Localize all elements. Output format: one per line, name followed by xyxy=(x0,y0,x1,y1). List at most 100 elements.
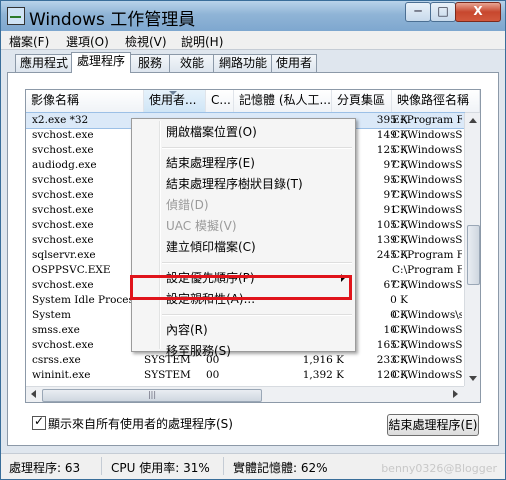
scroll-up-arrow-icon[interactable] xyxy=(469,118,477,123)
cell-name: System xyxy=(32,309,71,321)
scroll-down-arrow-icon[interactable] xyxy=(469,376,477,381)
tab-applications[interactable]: 應用程式 xyxy=(15,54,73,72)
cell-name: System Idle Process xyxy=(32,294,140,306)
cell-path: C:\WindowsS xyxy=(392,129,462,141)
cell-name: svchost.exe xyxy=(32,189,94,201)
window-title: Windows 工作管理員 xyxy=(29,10,196,30)
column-cpu[interactable]: C... xyxy=(206,90,234,112)
tab-services[interactable]: 服務 xyxy=(129,54,171,72)
context-menu-item[interactable]: 建立傾印檔案(C) xyxy=(134,237,353,257)
cell-cpu: 00 xyxy=(206,369,220,381)
task-manager-icon xyxy=(7,7,25,25)
tab-networking[interactable]: 網路功能 xyxy=(213,54,273,72)
column-user-name[interactable]: 使用者... xyxy=(144,90,206,112)
cell-name: OSPPSVC.EXE xyxy=(32,264,111,276)
context-menu-item[interactable]: 移至服務(S) xyxy=(134,341,353,361)
highlight-annotation-box xyxy=(130,275,352,300)
cell-path: C:\WindowsS xyxy=(392,339,462,351)
menu-options[interactable]: 選項(O) xyxy=(66,33,109,50)
context-menu-item[interactable]: 結束處理程序(E) xyxy=(134,153,353,173)
minimize-button[interactable]: ─ xyxy=(405,2,431,22)
menu-separator xyxy=(162,147,352,149)
cell-name: svchost.exe xyxy=(32,339,94,351)
table-row[interactable]: wininit.exe SYSTEM 00 1,392 K 120 K C:\Window… xyxy=(26,368,464,383)
status-physical-memory: 實體記憶體: 62% xyxy=(233,461,328,475)
scroll-left-arrow-icon[interactable] xyxy=(31,390,36,398)
close-button[interactable]: X xyxy=(455,2,501,22)
status-bar: 處理程序: 63 CPU 使用率: 31% 實體記憶體: 62% benny03… xyxy=(1,453,505,479)
menu-bar: 檔案(F) 選項(O) 檢視(V) 說明(H) xyxy=(1,31,505,50)
context-menu-item-label: 移至服務(S) xyxy=(166,344,231,358)
cell-name: svchost.exe xyxy=(32,219,94,231)
title-bar[interactable]: Windows 工作管理員 ─ □ X xyxy=(1,1,505,31)
context-menu-item: UAC 模擬(V) xyxy=(134,216,353,236)
show-all-users-checkbox[interactable] xyxy=(32,414,46,430)
cell-path: C:\WindowsS xyxy=(392,354,462,366)
cell-name: svchost.exe xyxy=(32,144,94,156)
cell-path: C:\WindowsS xyxy=(392,279,462,291)
context-menu-item-label: 內容(R) xyxy=(166,323,208,337)
context-menu-item-label: 建立傾印檔案(C) xyxy=(166,240,256,254)
cell-path: C:\Program Fil xyxy=(392,264,462,276)
cell-name: wininit.exe xyxy=(32,369,91,381)
tab-strip: 應用程式 處理程序 服務 效能 網路功能 使用者 xyxy=(1,50,505,73)
menu-file[interactable]: 檔案(F) xyxy=(9,33,49,50)
status-cpu-usage: CPU 使用率: 31% xyxy=(111,461,210,475)
column-paged-pool[interactable]: 分頁集區 xyxy=(332,90,392,112)
maximize-button[interactable]: □ xyxy=(430,2,456,22)
cell-name: svchost.exe xyxy=(32,129,94,141)
context-menu-item-label: UAC 模擬(V) xyxy=(166,219,237,233)
context-menu-item-label: 偵錯(D) xyxy=(166,198,209,212)
context-menu-item[interactable]: 結束處理程序樹狀目錄(T) xyxy=(134,174,353,194)
status-process-count: 處理程序: 63 xyxy=(9,461,81,475)
context-menu-item-label: 結束處理程序樹狀目錄(T) xyxy=(166,177,303,191)
cell-path: C:\Windows\sy xyxy=(392,309,462,321)
vertical-scrollbar[interactable] xyxy=(464,113,480,386)
context-menu-item-label: 開啟檔案位置(O) xyxy=(166,125,257,139)
tab-performance[interactable]: 效能 xyxy=(169,54,215,72)
tab-users[interactable]: 使用者 xyxy=(271,54,317,72)
menu-separator xyxy=(162,262,352,264)
cell-path: C:\WindowsS xyxy=(392,174,462,186)
vertical-scroll-thumb[interactable] xyxy=(467,225,480,285)
cell-name: sqlservr.exe xyxy=(32,249,96,261)
context-menu-item[interactable]: 內容(R) xyxy=(134,320,353,340)
cell-path: C:\WindowsS xyxy=(392,159,462,171)
menu-separator xyxy=(162,314,352,316)
tab-processes[interactable]: 處理程序 xyxy=(71,52,131,73)
horizontal-scroll-thumb[interactable]: ||| xyxy=(42,389,262,402)
watermark-text: benny0326@Blogger xyxy=(381,462,497,475)
column-memory[interactable]: 記憶體 (私人工... xyxy=(234,90,332,112)
cell-path: C:\WindowsS xyxy=(392,189,462,201)
cell-name: csrss.exe xyxy=(32,354,81,366)
cell-name: svchost.exe xyxy=(32,234,94,246)
cell-name: audiodg.exe xyxy=(32,159,97,171)
cell-path: C:\Program Fil xyxy=(392,249,462,261)
cell-path: C:\WindowsS xyxy=(392,369,462,381)
scroll-right-arrow-icon[interactable] xyxy=(453,390,458,398)
cell-path: C:\WindowsS xyxy=(392,144,462,156)
column-image-path[interactable]: 映像路徑名稱 xyxy=(392,90,480,112)
cell-user: SYSTEM xyxy=(144,369,191,381)
cell-name: svchost.exe xyxy=(32,279,94,291)
cell-path: C:\WindowsS xyxy=(392,204,462,216)
context-menu-item-label: 結束處理程序(E) xyxy=(166,156,255,170)
menu-help[interactable]: 說明(H) xyxy=(181,33,223,50)
end-process-button[interactable]: 結束處理程序(E) xyxy=(387,414,479,436)
horizontal-scrollbar[interactable]: ||| xyxy=(26,386,464,402)
show-all-users-label[interactable]: 顯示來自所有使用者的處理程序(S) xyxy=(48,415,233,432)
column-image-name[interactable]: 影像名稱 xyxy=(26,90,144,112)
cell-name: svchost.exe xyxy=(32,204,94,216)
status-divider xyxy=(223,457,224,475)
status-divider xyxy=(101,457,102,475)
cell-name: smss.exe xyxy=(32,324,80,336)
process-context-menu: 開啟檔案位置(O) 結束處理程序(E) 結束處理程序樹狀目錄(T) 偵錯(D) UAC … xyxy=(131,118,356,358)
cell-path: C:\WindowsS xyxy=(392,324,462,336)
task-manager-window: Windows 工作管理員 ─ □ X 檔案(F) 選項(O) 檢視(V) 說明… xyxy=(0,0,506,480)
cell-mem: 1,392 K xyxy=(302,369,344,381)
menu-view[interactable]: 檢視(V) xyxy=(125,33,167,50)
context-menu-item[interactable]: 開啟檔案位置(O) xyxy=(134,122,353,142)
context-menu-item: 偵錯(D) xyxy=(134,195,353,215)
cell-name: x2.exe *32 xyxy=(32,114,89,126)
scroll-corner xyxy=(464,386,480,402)
